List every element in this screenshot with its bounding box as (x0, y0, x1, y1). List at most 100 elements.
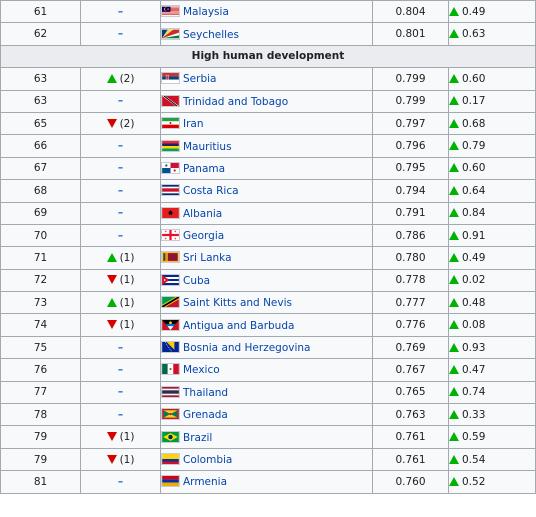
hdi-value-cell: 0.780 (372, 246, 449, 270)
country-link[interactable]: Colombia (183, 454, 232, 466)
flag-panama-icon (161, 161, 180, 174)
group-header-row: High human development (0, 44, 536, 69)
average-growth-value: 0.74 (462, 386, 486, 399)
average-growth-cell: 0.47 (448, 358, 536, 382)
average-growth-cell: 0.59 (448, 425, 536, 449)
rank-change-cell: – (80, 358, 161, 382)
increase-arrow-icon (449, 454, 459, 464)
country-link[interactable]: Antigua and Barbuda (183, 320, 294, 332)
rank-cell: 65 (0, 111, 81, 136)
rank-cell: 63 (0, 67, 81, 91)
table-row: 75 – Bosnia and Herzegovina 0.769 0.93 (0, 335, 536, 360)
hdi-value-cell: 0.796 (372, 134, 449, 158)
rank-change-cell: (1) (80, 447, 161, 472)
rank-change-cell: – (80, 223, 161, 248)
country-link[interactable]: Seychelles (183, 29, 239, 41)
average-growth-value: 0.02 (462, 274, 486, 287)
average-growth-cell: 0.91 (448, 223, 536, 248)
country-cell: Sri Lanka (160, 246, 373, 270)
country-cell: Cuba (160, 268, 373, 293)
average-growth-value: 0.79 (462, 140, 486, 153)
country-link[interactable]: Brazil (183, 432, 212, 444)
rank-cell: 62 (0, 22, 81, 46)
hdi-value-cell: 0.797 (372, 111, 449, 136)
steady-dash-icon: – (117, 475, 124, 488)
flag-seychelles-icon (161, 27, 180, 40)
country-link[interactable]: Trinidad and Tobago (183, 96, 288, 108)
country-link[interactable]: Thailand (183, 387, 228, 399)
table-row: 69 – Albania 0.791 0.84 (0, 201, 536, 225)
table-row: 72 (1) Cuba 0.778 0.02 (0, 268, 536, 293)
rank-cell: 75 (0, 335, 81, 360)
increase-arrow-icon (449, 275, 459, 285)
rank-cell: 78 (0, 403, 81, 427)
country-link[interactable]: Malaysia (183, 6, 229, 18)
country-link[interactable]: Georgia (183, 230, 224, 242)
steady-dash-icon: – (117, 5, 124, 18)
steady-dash-icon: – (117, 140, 124, 153)
hdi-value-cell: 0.799 (372, 67, 449, 91)
country-cell: Georgia (160, 223, 373, 248)
country-cell: Colombia (160, 447, 373, 472)
steady-dash-icon: – (117, 341, 124, 354)
table-row: 67 – Panama 0.795 0.60 (0, 156, 536, 181)
flag-grenada-icon (161, 408, 180, 421)
country-link[interactable]: Sri Lanka (183, 252, 232, 264)
country-cell: Iran (160, 111, 373, 136)
average-growth-value: 0.08 (462, 319, 486, 332)
average-growth-value: 0.59 (462, 431, 486, 444)
table-group-header-body: High human development (0, 44, 536, 69)
steady-dash-icon: – (117, 28, 124, 41)
rank-cell: 61 (0, 0, 81, 24)
increase-arrow-icon (449, 297, 459, 307)
rank-change-cell: – (80, 0, 161, 24)
country-link[interactable]: Grenada (183, 409, 228, 421)
country-cell: Mexico (160, 358, 373, 382)
country-cell: Costa Rica (160, 179, 373, 203)
table-row: 61 – Malaysia 0.804 0.49 (0, 0, 536, 24)
country-link[interactable]: Mauritius (183, 141, 232, 153)
increase-arrow-icon (449, 29, 459, 39)
flag-thailand-icon (161, 385, 180, 398)
country-link[interactable]: Armenia (183, 476, 227, 488)
country-link[interactable]: Bosnia and Herzegovina (183, 342, 311, 354)
country-cell: Malaysia (160, 0, 373, 24)
flag-malaysia-icon (161, 5, 180, 18)
average-growth-value: 0.60 (462, 72, 486, 85)
rank-cell: 76 (0, 358, 81, 382)
country-link[interactable]: Iran (183, 118, 204, 130)
rank-change-value: (1) (119, 453, 135, 466)
country-link[interactable]: Costa Rica (183, 185, 239, 197)
average-growth-cell: 0.08 (448, 313, 536, 337)
increase-arrow-icon (449, 230, 459, 240)
flag-mauritius-icon (161, 139, 180, 152)
average-growth-cell: 0.49 (448, 246, 536, 270)
country-cell: Serbia (160, 67, 373, 91)
average-growth-cell: 0.02 (448, 268, 536, 293)
rank-change-value: (1) (119, 274, 135, 287)
country-link[interactable]: Saint Kitts and Nevis (183, 297, 292, 309)
country-link[interactable]: Panama (183, 163, 225, 175)
average-growth-value: 0.49 (462, 251, 486, 264)
country-link[interactable]: Cuba (183, 275, 210, 287)
rank-change-cell: – (80, 470, 161, 494)
country-cell: Albania (160, 201, 373, 225)
country-cell: Armenia (160, 470, 373, 494)
hdi-value-cell: 0.767 (372, 358, 449, 382)
steady-dash-icon: – (117, 386, 124, 399)
increase-arrow-icon (449, 96, 459, 106)
rank-change-cell: – (80, 22, 161, 46)
table-row: 78 – Grenada 0.763 0.33 (0, 403, 536, 427)
country-link[interactable]: Albania (183, 208, 222, 220)
increase-arrow-icon (449, 252, 459, 262)
hdi-value-cell: 0.761 (372, 447, 449, 472)
rank-cell: 72 (0, 268, 81, 293)
country-link[interactable]: Mexico (183, 364, 220, 376)
decrease-arrow-icon (106, 320, 117, 330)
flag-brazil-icon (161, 430, 180, 443)
decrease-arrow-icon (106, 118, 117, 128)
country-link[interactable]: Serbia (183, 73, 216, 85)
flag-serbia-icon (161, 72, 180, 85)
table-row: 81 – Armenia 0.760 0.52 (0, 470, 536, 494)
average-growth-value: 0.33 (462, 408, 486, 421)
